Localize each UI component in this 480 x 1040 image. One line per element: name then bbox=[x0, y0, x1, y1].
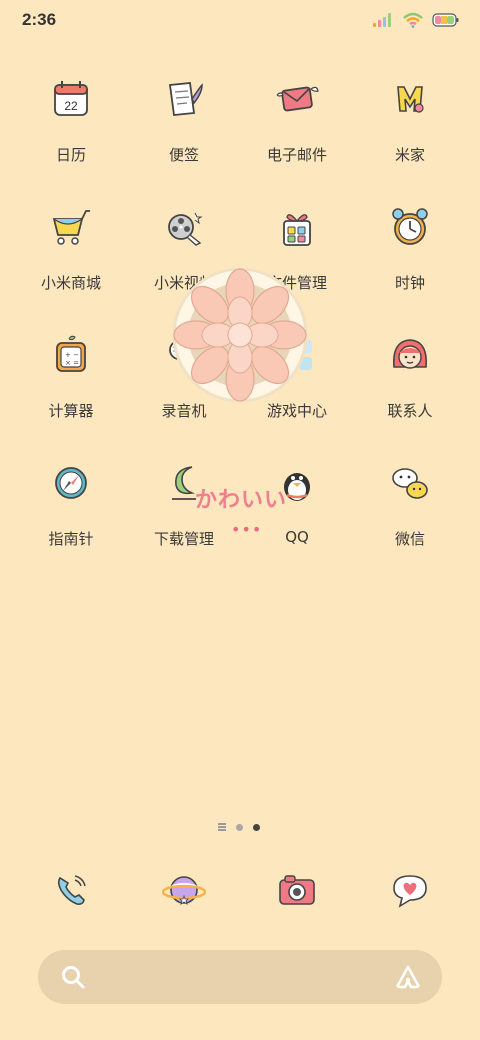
page-dot[interactable] bbox=[236, 823, 243, 831]
gift-box-icon bbox=[270, 200, 324, 254]
app-label: 联系人 bbox=[387, 402, 433, 420]
app-calculator[interactable]: + − × = 计算器 bbox=[16, 328, 126, 438]
status-bar: 2:36 bbox=[0, 0, 480, 44]
app-compass[interactable]: 指南针 bbox=[16, 456, 126, 566]
page-dot-active[interactable] bbox=[253, 823, 260, 831]
calculator-icon: + − × = bbox=[44, 328, 98, 382]
wifi-icon bbox=[402, 12, 424, 32]
app-notes[interactable]: 便签 bbox=[129, 72, 239, 182]
dock-camera[interactable] bbox=[272, 865, 322, 915]
signal-icon bbox=[372, 12, 394, 32]
dock-browser[interactable] bbox=[159, 865, 209, 915]
app-calendar[interactable]: 22 日历 bbox=[16, 72, 126, 182]
planet-icon bbox=[162, 876, 206, 905]
app-label: 微信 bbox=[394, 530, 425, 548]
page-indicator bbox=[218, 823, 260, 831]
widget-text: かわいい bbox=[195, 488, 288, 513]
phone-icon bbox=[57, 875, 86, 905]
app-label: 时钟 bbox=[394, 274, 425, 292]
calendar-icon: 22 bbox=[44, 72, 98, 126]
email-icon bbox=[270, 72, 324, 126]
app-email[interactable]: 电子邮件 bbox=[242, 72, 352, 182]
widget-more-dots[interactable]: ••• bbox=[231, 520, 262, 539]
notes-icon bbox=[157, 72, 211, 126]
page-indicator-menu[interactable] bbox=[218, 823, 226, 831]
dock-messages[interactable] bbox=[385, 865, 435, 915]
app-label: 日历 bbox=[55, 146, 86, 164]
shopping-cart-icon bbox=[44, 200, 98, 254]
camera-icon bbox=[279, 875, 315, 905]
girl-face-icon bbox=[383, 328, 437, 382]
wechat-icon bbox=[383, 456, 437, 510]
succulent-icon bbox=[172, 267, 308, 403]
app-label: QQ bbox=[285, 528, 309, 546]
status-icons bbox=[372, 12, 460, 32]
app-contacts[interactable]: 联系人 bbox=[355, 328, 465, 438]
search-bar[interactable] bbox=[38, 950, 442, 1004]
mijia-icon bbox=[383, 72, 437, 126]
status-time: 2:36 bbox=[22, 10, 57, 29]
app-label: 米家 bbox=[394, 146, 425, 164]
app-mijia[interactable]: 米家 bbox=[355, 72, 465, 182]
app-wechat[interactable]: 微信 bbox=[355, 456, 465, 566]
app-label: 计算器 bbox=[48, 402, 94, 420]
compass-icon bbox=[44, 456, 98, 510]
app-mi-store[interactable]: 小米商城 bbox=[16, 200, 126, 310]
search-icon[interactable] bbox=[60, 964, 86, 994]
app-label: 下载管理 bbox=[153, 530, 214, 548]
svg-text:22: 22 bbox=[64, 99, 78, 113]
app-label: 指南针 bbox=[48, 530, 94, 548]
app-label: 小米商城 bbox=[40, 274, 101, 292]
succulent-widget[interactable] bbox=[170, 265, 310, 405]
svg-text:+ −: + − bbox=[65, 351, 79, 359]
film-reel-icon bbox=[157, 200, 211, 254]
app-label: 电子邮件 bbox=[266, 146, 327, 164]
battery-icon bbox=[432, 12, 460, 32]
app-label: 便签 bbox=[168, 146, 199, 164]
heart-bubble-icon bbox=[393, 875, 427, 908]
svg-text:× =: × = bbox=[65, 359, 79, 367]
assistant-icon[interactable] bbox=[394, 964, 422, 994]
app-clock[interactable]: 时钟 bbox=[355, 200, 465, 310]
dock-phone[interactable] bbox=[46, 865, 96, 915]
alarm-clock-icon bbox=[383, 200, 437, 254]
